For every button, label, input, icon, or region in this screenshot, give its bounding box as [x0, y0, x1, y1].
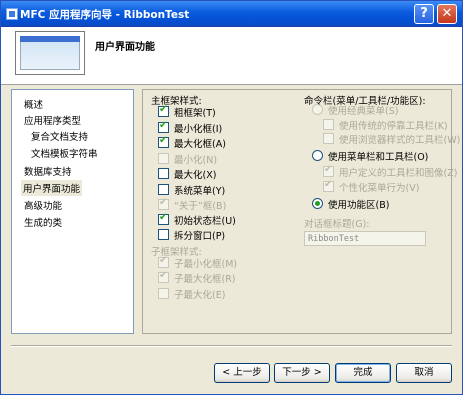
back-button[interactable]: < 上一步: [214, 363, 270, 383]
radio: [312, 104, 323, 115]
app-icon: [6, 8, 18, 20]
wizard-window: MFC 应用程序向导 - RibbonTest ? ✕ 用户界面功能 概述 应用…: [0, 0, 463, 395]
nav-item-overview[interactable]: 概述: [22, 96, 45, 112]
checkbox: [323, 179, 334, 192]
checkbox: [158, 288, 169, 299]
nav-item-compound-doc[interactable]: 复合文档支持: [29, 128, 90, 144]
nav-item-advanced[interactable]: 高级功能: [22, 197, 64, 213]
nav-item-generated-classes[interactable]: 生成的类: [22, 214, 64, 230]
checkbox: [323, 119, 334, 130]
nav-item-database[interactable]: 数据库支持: [22, 163, 74, 179]
next-button[interactable]: 下一步 >: [274, 363, 330, 383]
page-title: 用户界面功能: [95, 42, 155, 53]
wizard-header: 用户界面功能: [1, 27, 462, 85]
radio[interactable]: [312, 150, 323, 161]
checkbox[interactable]: [158, 168, 169, 179]
checkbox: [323, 133, 334, 144]
checkbox[interactable]: [158, 104, 169, 117]
title-bar[interactable]: MFC 应用程序向导 - RibbonTest ? ✕: [1, 1, 462, 27]
checkbox[interactable]: [158, 229, 169, 240]
checkbox: [158, 270, 169, 283]
finish-button[interactable]: 完成: [335, 363, 391, 383]
nav-item-doc-template[interactable]: 文档模板字符串: [29, 145, 100, 161]
checkbox: [158, 255, 169, 268]
checkbox[interactable]: [158, 212, 169, 225]
checkbox[interactable]: [158, 135, 169, 148]
wizard-nav: 概述 应用程序类型 复合文档支持 文档模板字符串 数据库支持 用户界面功能 高级…: [11, 89, 134, 334]
cancel-button[interactable]: 取消: [396, 363, 452, 383]
nav-item-app-type[interactable]: 应用程序类型: [22, 112, 83, 128]
checkbox: [158, 153, 169, 164]
wizard-banner-image: [15, 31, 85, 75]
nav-item-ui-features[interactable]: 用户界面功能: [21, 180, 83, 196]
checkbox: [323, 164, 334, 177]
window-title: MFC 应用程序向导 - RibbonTest: [20, 9, 190, 21]
checkbox[interactable]: [158, 184, 169, 195]
close-button[interactable]: ✕: [437, 4, 457, 24]
checkbox: [158, 197, 169, 210]
help-button[interactable]: ?: [414, 4, 434, 24]
checkbox[interactable]: [158, 120, 169, 133]
dialog-title-label: 对话框标题(G):: [304, 219, 370, 230]
radio[interactable]: [312, 198, 323, 209]
dialog-title-field[interactable]: RibbonTest: [304, 231, 426, 246]
button-separator: [11, 345, 452, 347]
